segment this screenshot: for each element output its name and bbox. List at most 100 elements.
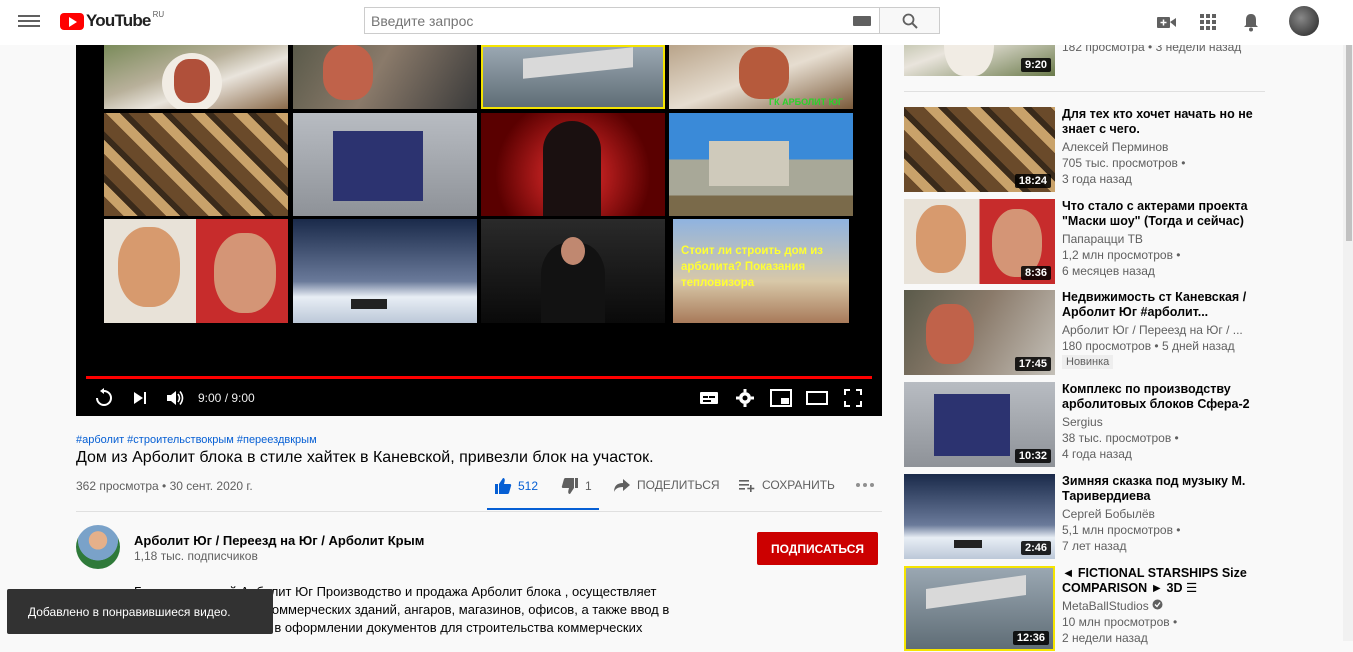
endscreen-thumb[interactable]: ГК АРБОЛИТ ЮГ <box>669 45 853 109</box>
endscreen-thumb[interactable] <box>293 113 477 216</box>
endscreen-thumb[interactable] <box>104 45 288 109</box>
view-count: 180 просмотров • 5 дней назад <box>1062 339 1235 353</box>
verified-check-icon <box>1152 599 1163 610</box>
subtitles-icon[interactable] <box>697 386 721 410</box>
settings-gear-icon[interactable] <box>733 386 757 410</box>
video-title[interactable]: Что стало с актерами проекта "Маски шоу"… <box>1062 199 1262 229</box>
upload-age: 4 года назад <box>1062 447 1132 461</box>
thumbs-down-icon <box>561 478 578 494</box>
recommended-video[interactable]: 8:36 Что стало с актерами проекта "Маски… <box>904 199 1264 285</box>
endscreen-thumb[interactable] <box>481 219 665 323</box>
recommended-video[interactable]: 17:45 Недвижимость ст Каневская / Арболи… <box>904 290 1264 376</box>
save-button[interactable]: СОХРАНИТЬ <box>738 477 835 493</box>
like-count: 512 <box>518 479 539 493</box>
subscribe-button[interactable]: ПОДПИСАТЬСЯ <box>757 532 878 565</box>
fullscreen-icon[interactable] <box>841 386 865 410</box>
volume-icon[interactable] <box>163 386 187 410</box>
divider <box>904 91 1265 92</box>
notifications-bell-icon[interactable] <box>1240 11 1262 33</box>
menu-icon[interactable] <box>18 12 40 32</box>
recommended-video[interactable]: 18:24 Для тех кто хочет начать но не зна… <box>904 107 1264 193</box>
dislike-count: 1 <box>585 479 592 493</box>
video-title[interactable]: Недвижимость ст Каневская / Арболит Юг #… <box>1062 290 1262 320</box>
account-avatar[interactable] <box>1289 6 1319 36</box>
search-input[interactable] <box>365 8 835 33</box>
recommended-video[interactable]: 12:36 ◄ FICTIONAL STARSHIPS Size COMPARI… <box>904 566 1264 652</box>
search-icon <box>902 13 918 29</box>
replay-icon[interactable] <box>92 386 116 410</box>
duration-badge: 12:36 <box>1012 631 1049 645</box>
subscriber-count: 1,18 тыс. подписчиков <box>134 549 258 563</box>
share-label: ПОДЕЛИТЬСЯ <box>637 478 720 492</box>
video-thumbnail[interactable]: 2:46 <box>904 474 1055 559</box>
endscreen-thumb[interactable] <box>293 45 477 109</box>
toast-notification: Добавлено в понравившиеся видео. <box>7 589 273 634</box>
endscreen-thumb[interactable] <box>104 113 288 216</box>
recommended-video[interactable]: 2:46 Зимняя сказка под музыку М. Таривер… <box>904 474 1264 560</box>
miniplayer-icon[interactable] <box>769 386 793 410</box>
masthead: YouTube RU <box>0 0 1353 45</box>
video-thumbnail[interactable]: 17:45 <box>904 290 1055 375</box>
more-actions-icon[interactable] <box>855 479 875 491</box>
channel-name[interactable]: Sergius <box>1062 415 1103 429</box>
view-count: 705 тыс. просмотров • <box>1062 156 1186 170</box>
create-video-icon[interactable] <box>1155 11 1177 33</box>
view-count: 5,1 млн просмотров • <box>1062 523 1181 537</box>
channel-name[interactable]: Папарацци ТВ <box>1062 232 1143 246</box>
endscreen-thumb[interactable] <box>293 219 477 323</box>
view-count: 38 тыс. просмотров • <box>1062 431 1179 445</box>
duration-badge: 10:32 <box>1014 449 1051 463</box>
thumbs-up-icon <box>495 478 512 494</box>
search-button[interactable] <box>880 7 940 34</box>
share-icon <box>614 479 630 492</box>
video-title[interactable]: Комплекс по производству арболитовых бло… <box>1062 382 1262 412</box>
theater-mode-icon[interactable] <box>805 386 829 410</box>
divider <box>76 511 882 512</box>
play-logo-icon <box>60 12 84 30</box>
dislike-button[interactable]: 1 <box>561 477 592 495</box>
video-title[interactable]: Для тех кто хочет начать но не знает с ч… <box>1062 107 1262 137</box>
recommended-video[interactable]: 10:32 Комплекс по производству арболитов… <box>904 382 1264 468</box>
thumb-overlay-text: Стоит ли строить дом из арболита? Показа… <box>681 245 823 289</box>
next-icon[interactable] <box>128 386 152 410</box>
video-title[interactable]: ◄ FICTIONAL STARSHIPS Size COMPARISON ► … <box>1062 566 1262 596</box>
endscreen-thumb[interactable] <box>481 113 665 216</box>
progress-bar[interactable] <box>86 376 872 379</box>
description-line: ь в оформлении документов для строительс… <box>264 620 643 635</box>
new-badge: Новинка <box>1062 355 1114 369</box>
video-thumbnail[interactable]: 12:36 <box>904 566 1055 651</box>
save-label: СОХРАНИТЬ <box>762 478 835 492</box>
video-player[interactable]: ГК АРБОЛИТ ЮГ Стоит ли строить дом из ар… <box>76 45 882 416</box>
upload-age: 6 месяцев назад <box>1062 264 1155 278</box>
search-box <box>364 7 880 34</box>
endscreen-thumb[interactable] <box>104 219 288 323</box>
scrollbar-thumb[interactable] <box>1346 45 1352 241</box>
endscreen-thumb[interactable]: Стоит ли строить дом из арболита? Показа… <box>673 219 849 323</box>
video-thumbnail[interactable]: 18:24 <box>904 107 1055 192</box>
channel-label: MetaBallStudios <box>1062 599 1149 613</box>
duration-badge: 8:36 <box>1020 266 1051 280</box>
channel-name[interactable]: Алексей Перминов <box>1062 140 1168 154</box>
view-count: 10 млн просмотров • <box>1062 615 1178 629</box>
like-button[interactable]: 512 <box>494 477 538 495</box>
share-button[interactable]: ПОДЕЛИТЬСЯ <box>613 477 720 493</box>
endscreen-thumb[interactable] <box>669 113 853 216</box>
keyboard-icon[interactable] <box>853 16 871 26</box>
youtube-logo[interactable]: YouTube RU <box>60 10 164 32</box>
endscreen-thumb[interactable] <box>481 45 665 109</box>
hashtags[interactable]: #арболит #строительствокрым #переездвкры… <box>76 434 317 446</box>
upload-age: 3 года назад <box>1062 172 1132 186</box>
channel-name[interactable]: Арболит Юг / Переезд на Юг / Арболит Кры… <box>134 533 424 548</box>
channel-avatar[interactable] <box>76 525 120 569</box>
logo-region: RU <box>152 9 165 19</box>
video-title[interactable]: Зимняя сказка под музыку М. Таривердиева <box>1062 474 1262 504</box>
channel-name[interactable]: MetaBallStudios <box>1062 599 1163 613</box>
channel-name[interactable]: Арболит Юг / Переезд на Юг / ... <box>1062 323 1243 337</box>
views-and-date: 362 просмотра • 30 сент. 2020 г. <box>76 479 253 493</box>
video-thumbnail[interactable]: 10:32 <box>904 382 1055 467</box>
video-thumbnail[interactable]: 8:36 <box>904 199 1055 284</box>
like-ratio-bar <box>487 508 599 510</box>
upload-age: 2 недели назад <box>1062 631 1148 645</box>
apps-grid-icon[interactable] <box>1197 11 1219 33</box>
channel-name[interactable]: Сергей Бобылёв <box>1062 507 1155 521</box>
